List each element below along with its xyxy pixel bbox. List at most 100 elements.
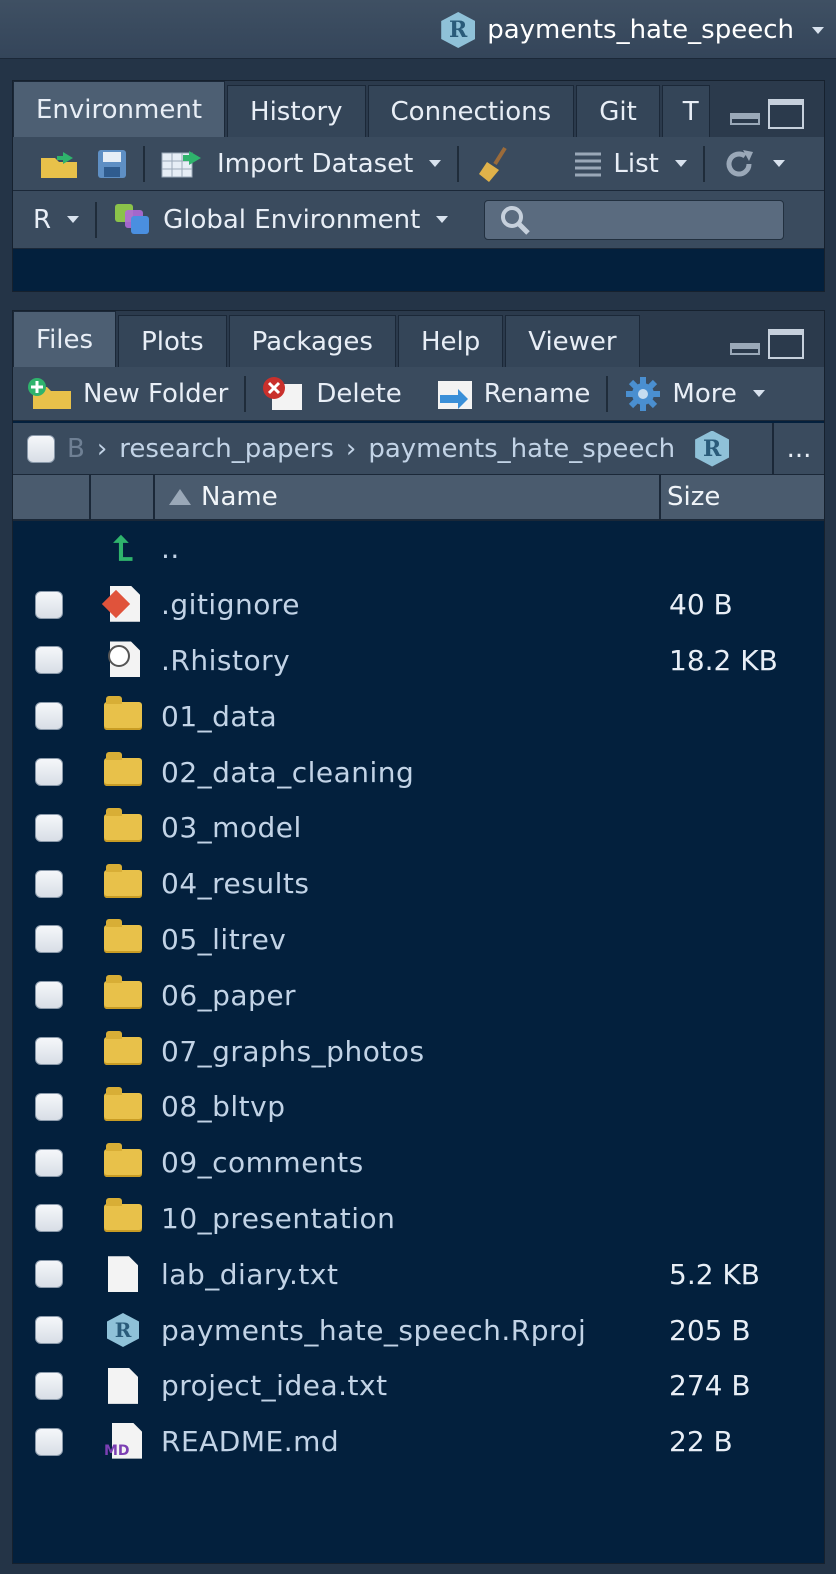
files-tabs: Files Plots Packages Help Viewer	[13, 311, 824, 368]
name-column-header[interactable]: Name	[155, 475, 661, 519]
file-row[interactable]: 09_comments	[13, 1135, 824, 1191]
file-name-link[interactable]: lab_diary.txt	[161, 1258, 338, 1291]
minimize-pane-icon[interactable]	[730, 343, 760, 355]
row-checkbox[interactable]	[35, 758, 63, 787]
tab-files[interactable]: Files	[13, 311, 117, 367]
more-dropdown[interactable]: More	[612, 375, 776, 413]
folder-icon	[103, 752, 143, 792]
refresh-button[interactable]	[709, 146, 797, 182]
row-checkbox[interactable]	[35, 1037, 63, 1066]
tab-viewer[interactable]: Viewer	[505, 315, 640, 367]
new-folder-button[interactable]: New Folder	[27, 377, 240, 411]
tab-plots[interactable]: Plots	[118, 315, 227, 367]
project-switcher[interactable]: R payments_hate_speech	[441, 10, 824, 50]
file-row[interactable]: 08_bltvp	[13, 1079, 824, 1135]
row-checkbox[interactable]	[35, 1204, 63, 1233]
file-row[interactable]: Rpayments_hate_speech.Rproj 205 B	[13, 1302, 824, 1358]
tab-label: Plots	[141, 326, 204, 357]
file-name-link[interactable]: 03_model	[161, 811, 302, 844]
rename-icon	[434, 377, 474, 411]
file-row[interactable]: 06_paper	[13, 967, 824, 1023]
environment-dropdown[interactable]: Global Environment	[101, 202, 460, 238]
file-name-link[interactable]: payments_hate_speech.Rproj	[161, 1314, 586, 1347]
file-row[interactable]: .Rhistory 18.2 KB	[13, 633, 824, 689]
file-name-link[interactable]: project_idea.txt	[161, 1369, 388, 1402]
file-row[interactable]: 05_litrev	[13, 912, 824, 968]
file-name-link[interactable]: README.md	[161, 1425, 339, 1458]
tab-connections[interactable]: Connections	[367, 85, 575, 137]
folder-icon	[103, 807, 143, 848]
file-row[interactable]: 07_graphs_photos	[13, 1023, 824, 1079]
breadcrumb-hidden-segment[interactable]: B	[67, 434, 85, 464]
parent-directory-label[interactable]: ..	[161, 532, 180, 565]
row-checkbox[interactable]	[35, 1427, 63, 1456]
tab-git[interactable]: Git	[576, 85, 660, 137]
rename-label: Rename	[483, 378, 591, 409]
file-name-link[interactable]: .gitignore	[161, 588, 300, 621]
select-all-checkbox[interactable]	[27, 434, 55, 463]
file-name-link[interactable]: 06_paper	[161, 979, 296, 1012]
delete-label: Delete	[316, 378, 402, 409]
tab-packages[interactable]: Packages	[228, 315, 396, 367]
row-checkbox[interactable]	[35, 1092, 63, 1121]
file-row[interactable]: MD README.md 22 B	[13, 1414, 824, 1470]
file-row[interactable]: 10_presentation	[13, 1191, 824, 1247]
environment-search-input[interactable]	[484, 199, 785, 240]
row-checkbox[interactable]	[35, 1316, 63, 1345]
row-checkbox[interactable]	[35, 925, 63, 954]
file-row[interactable]: 03_model	[13, 800, 824, 856]
delete-button[interactable]: Delete	[250, 376, 413, 412]
file-size: 5.2 KB	[669, 1257, 760, 1291]
parent-directory-icon: ⮤	[112, 528, 134, 569]
file-name-link[interactable]: 08_bltvp	[161, 1090, 286, 1123]
file-name-link[interactable]: 02_data_cleaning	[161, 756, 414, 789]
breadcrumb-overflow-button[interactable]: ...	[772, 423, 824, 475]
row-checkbox[interactable]	[35, 646, 63, 675]
parent-directory-row[interactable]: ⮤ ..	[13, 521, 824, 577]
file-row[interactable]: project_idea.txt 274 B	[13, 1358, 824, 1414]
file-name-link[interactable]: .Rhistory	[161, 644, 290, 677]
view-mode-dropdown[interactable]: List	[561, 149, 698, 179]
file-name-link[interactable]: 09_comments	[161, 1146, 364, 1179]
file-row[interactable]: 01_data	[13, 688, 824, 744]
name-column-label: Name	[201, 482, 278, 512]
env-toolbar-secondary: R Global Environment	[13, 191, 824, 249]
row-checkbox[interactable]	[35, 1371, 63, 1400]
clear-workspace-button[interactable]	[463, 144, 527, 184]
language-dropdown[interactable]: R	[27, 205, 91, 235]
file-row[interactable]: 02_data_cleaning	[13, 744, 824, 800]
file-name-link[interactable]: 04_results	[161, 867, 309, 900]
chevron-down-icon	[67, 216, 80, 223]
maximize-pane-icon[interactable]	[768, 99, 804, 129]
maximize-pane-icon[interactable]	[768, 329, 804, 359]
row-checkbox[interactable]	[35, 1148, 63, 1177]
tab-history[interactable]: History	[227, 85, 366, 137]
open-workspace-button[interactable]	[27, 148, 95, 180]
file-name-link[interactable]: 10_presentation	[161, 1202, 395, 1235]
file-name-link[interactable]: 01_data	[161, 700, 277, 733]
save-workspace-button[interactable]	[95, 149, 139, 179]
size-column-header[interactable]: Size	[661, 482, 720, 512]
tab-truncated[interactable]: T	[661, 85, 710, 137]
row-checkbox[interactable]	[35, 702, 63, 731]
row-checkbox[interactable]	[35, 590, 63, 619]
row-checkbox[interactable]	[35, 1260, 63, 1289]
file-name-link[interactable]: 07_graphs_photos	[161, 1035, 425, 1068]
import-dataset-button[interactable]: Import Dataset	[149, 149, 453, 179]
rename-button[interactable]: Rename	[422, 377, 603, 411]
row-checkbox[interactable]	[35, 813, 63, 842]
file-row[interactable]: lab_diary.txt 5.2 KB	[13, 1246, 824, 1302]
tab-environment[interactable]: Environment	[13, 81, 226, 137]
tab-help[interactable]: Help	[397, 315, 504, 367]
minimize-pane-icon[interactable]	[730, 113, 760, 125]
file-row[interactable]: .gitignore 40 B	[13, 577, 824, 633]
refresh-icon	[721, 146, 757, 182]
row-checkbox[interactable]	[35, 981, 63, 1010]
breadcrumb-research-papers[interactable]: research_papers	[119, 434, 334, 464]
r-project-icon[interactable]: R	[695, 430, 730, 467]
row-checkbox[interactable]	[35, 869, 63, 898]
chevron-down-icon	[429, 160, 442, 167]
breadcrumb-payments-hate-speech[interactable]: payments_hate_speech	[368, 434, 675, 464]
file-name-link[interactable]: 05_litrev	[161, 923, 286, 956]
file-row[interactable]: 04_results	[13, 856, 824, 912]
